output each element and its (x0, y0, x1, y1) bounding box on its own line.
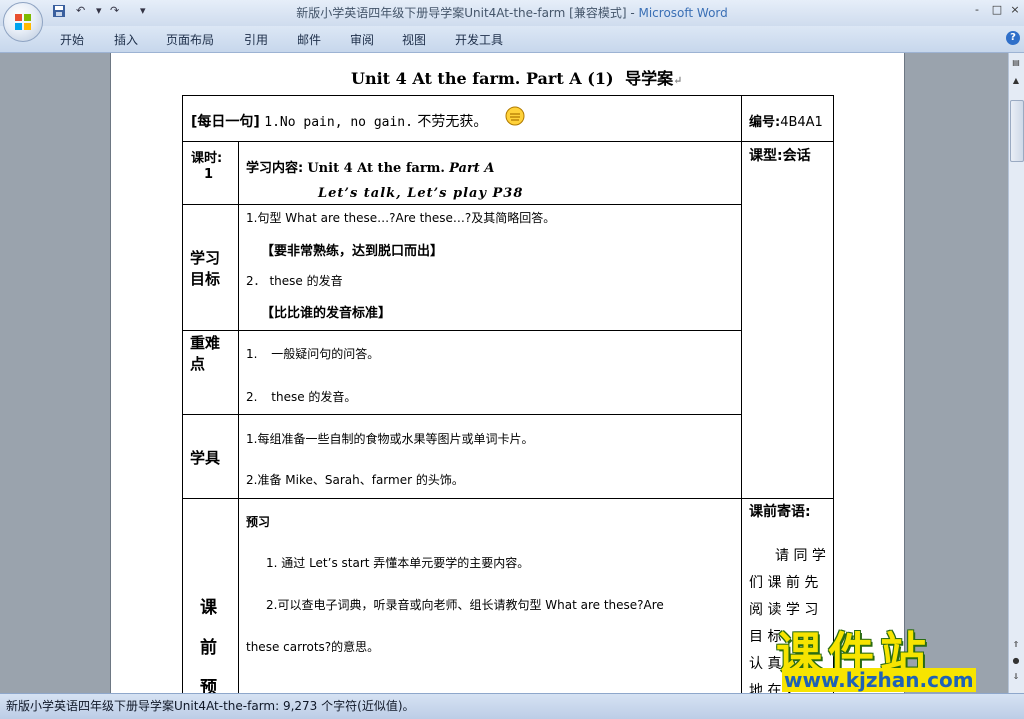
document-page[interactable]: Unit 4 At the farm. Part A (1) 导学案↵ [每日一… (110, 53, 905, 693)
difficulty-item-1-text: 一般疑问句的问答。 (271, 347, 380, 361)
app-name: Microsoft Word (638, 6, 728, 20)
office-logo-icon (15, 14, 31, 30)
close-button[interactable]: × (1006, 2, 1024, 18)
content-line-1: 学习内容: Unit 4 At the farm. Part A (246, 157, 494, 176)
goal-2-number: 2． (246, 274, 266, 288)
next-page-icon[interactable]: ⇓ (1009, 670, 1023, 684)
content-unit: Unit 4 At the farm. (307, 161, 445, 176)
tab-developer[interactable]: 开发工具 (455, 31, 503, 48)
maximize-button[interactable]: □ (988, 2, 1006, 18)
tab-home[interactable]: 开始 (60, 31, 84, 48)
difficulty-item-1: 1. 一般疑问句的问答。 (246, 345, 379, 362)
code-value: 4B4A1 (780, 115, 823, 130)
materials-item-2: 2.准备 Mike、Sarah、farmer 的头饰。 (246, 473, 464, 487)
code-field: 编号:4B4A1 (749, 111, 823, 130)
preview-step-2-line-2: these carrots?的意思。 (246, 640, 380, 654)
teacher-note-line-1: 请 同 学 (775, 548, 826, 564)
materials-label: 学具 (190, 449, 221, 467)
watermark-url: www.kjzhan.com (782, 668, 976, 692)
previous-page-icon[interactable]: ⇑ (1009, 638, 1023, 652)
ruler-toggle-icon[interactable]: ▤ (1009, 56, 1023, 70)
help-icon[interactable]: ? (1006, 31, 1020, 45)
goals-label-1: 学习 (190, 249, 221, 267)
preview-label-char-3: 预 (200, 678, 217, 693)
difficulty-item-2-text: these 的发音。 (271, 390, 357, 404)
difficulty-label-2: 点 (190, 355, 206, 373)
preview-section-title: 预习 (246, 515, 271, 529)
daily-chinese: 不劳无获。 (417, 114, 488, 130)
period-label: 课时: (191, 151, 223, 166)
table-border-left (182, 95, 183, 693)
daily-sentence: [每日一句] 1.No pain, no gain. 不劳无获。 (191, 111, 487, 131)
period-number: 1 (204, 167, 214, 182)
status-text: 新版小学英语四年级下册导学案Unit4At-the-farm: 9,273 个字… (6, 699, 415, 713)
ribbon-tab-bar (0, 26, 1024, 53)
preview-label-char-1: 课 (200, 598, 217, 618)
teacher-note-label: 课前寄语: (749, 504, 811, 520)
title-separator: - (626, 6, 639, 20)
content-part: Part A (449, 161, 495, 176)
table-col-divider-left (238, 141, 239, 693)
paragraph-mark: ↵ (673, 74, 683, 87)
preview-label-char-2: 前 (200, 638, 217, 658)
goal-1-note: 【要非常熟练，达到脱口而出】 (261, 244, 444, 259)
daily-text: 1.No pain, no gain. (264, 115, 413, 130)
preview-step-2-line-1: 2.可以查电子词典，听录音或向老师、组长请教句型 What are these?… (266, 598, 664, 612)
materials-item-1: 1.每组准备一些自制的食物或水果等图片或单词卡片。 (246, 432, 534, 446)
scroll-thumb[interactable] (1010, 100, 1024, 162)
tab-review[interactable]: 审阅 (350, 31, 374, 48)
tab-page-layout[interactable]: 页面布局 (166, 31, 214, 48)
teacher-note-line-3: 阅 读 学 习 (749, 602, 819, 618)
scroll-up-icon[interactable]: ▲ (1009, 74, 1023, 88)
browse-object-icon[interactable]: ● (1009, 654, 1023, 668)
table-row-divider-2 (182, 204, 742, 205)
goals-label-2: 目标 (190, 270, 221, 288)
goal-2: 2． these 的发音 (246, 272, 343, 289)
daily-label: [每日一句] (191, 114, 260, 130)
table-row-divider-4 (182, 414, 742, 415)
goal-2-text: these 的发音 (269, 274, 343, 288)
difficulty-item-1-number: 1. (246, 347, 258, 361)
window-title: 新版小学英语四年级下册导学案Unit4At-the-farm [兼容模式] - … (0, 4, 1024, 21)
tab-mailings[interactable]: 邮件 (297, 31, 321, 48)
content-label: 学习内容: (246, 161, 304, 176)
document-heading: Unit 4 At the farm. Part A (1) 导学案↵ (351, 65, 682, 89)
code-label: 编号: (749, 115, 781, 130)
content-line-2: Let’s talk, Let’s play P38 (318, 186, 524, 201)
table-row-divider-5 (182, 498, 834, 499)
table-col-divider-right (741, 95, 742, 693)
difficulty-label-1: 重难 (190, 334, 221, 352)
office-button[interactable] (3, 2, 43, 42)
table-border-top (182, 95, 834, 96)
table-border-right (833, 95, 834, 693)
teacher-note-line-2: 们 课 前 先 (749, 575, 819, 591)
minimize-button[interactable]: - (968, 2, 986, 18)
goal-1: 1.句型 What are these…?Are these…?及其简略回答。 (246, 211, 556, 225)
lesson-type: 课型:会话 (749, 148, 811, 164)
heading-chinese: 导学案 (625, 69, 674, 88)
table-row-divider-3 (182, 330, 742, 331)
tab-references[interactable]: 引用 (244, 31, 268, 48)
difficulty-item-2: 2. these 的发音。 (246, 388, 356, 405)
tab-view[interactable]: 视图 (402, 31, 426, 48)
preview-step-1: 1. 通过 Let’s start 弄懂本单元要学的主要内容。 (266, 556, 530, 570)
goal-2-note: 【比比谁的发音标准】 (261, 306, 392, 321)
document-name: 新版小学英语四年级下册导学案Unit4At-the-farm [兼容模式] (296, 6, 627, 20)
tab-insert[interactable]: 插入 (114, 31, 138, 48)
table-row-divider-1 (182, 141, 834, 142)
fist-icon (505, 106, 525, 126)
heading-english: Unit 4 At the farm. Part A (1) (351, 69, 614, 88)
difficulty-item-2-number: 2. (246, 390, 258, 404)
